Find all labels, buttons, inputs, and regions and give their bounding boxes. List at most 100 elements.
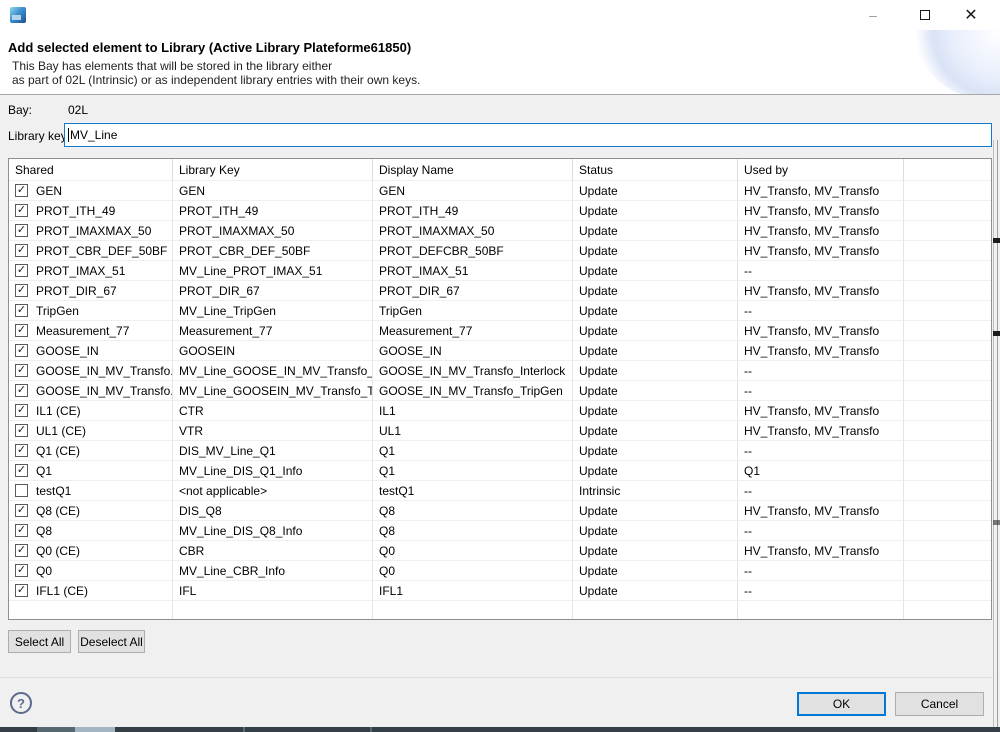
table-row[interactable]: ✓GENGENGENUpdateHV_Transfo, MV_Transfo — [9, 181, 991, 201]
table-row[interactable]: ✓PROT_IMAX_51MV_Line_PROT_IMAX_51PROT_IM… — [9, 261, 991, 281]
select-all-button[interactable]: Select All — [8, 630, 71, 653]
table-row[interactable]: ✓PROT_IMAXMAX_50PROT_IMAXMAX_50PROT_IMAX… — [9, 221, 991, 241]
table-row[interactable]: ✓GOOSE_IN_MV_Transfo...MV_Line_GOOSE_IN_… — [9, 361, 991, 381]
shared-label: Q1 (CE) — [36, 444, 80, 458]
table-row[interactable]: ✓IL1 (CE)CTRIL1UpdateHV_Transfo, MV_Tran… — [9, 401, 991, 421]
filler-cell — [904, 261, 991, 281]
column-header-used-by[interactable]: Used by — [738, 159, 904, 181]
title-bar[interactable]: – ✕ — [0, 0, 1000, 30]
row-checkbox[interactable]: ✓ — [15, 224, 28, 237]
table-row[interactable]: ✓UL1 (CE)VTRUL1UpdateHV_Transfo, MV_Tran… — [9, 421, 991, 441]
shared-cell: ✓ TripGen — [9, 301, 173, 321]
status-cell: Update — [573, 281, 738, 301]
table-row[interactable]: ✓PROT_CBR_DEF_50BFPROT_CBR_DEF_50BFPROT_… — [9, 241, 991, 261]
row-checkbox[interactable]: ✓ — [15, 444, 28, 457]
shared-label: Q0 (CE) — [36, 544, 80, 558]
row-checkbox[interactable]: ✓ — [15, 404, 28, 417]
status-cell: Update — [573, 401, 738, 421]
filler-cell — [904, 441, 991, 461]
status-cell: Intrinsic — [573, 481, 738, 501]
row-checkbox[interactable]: ✓ — [15, 324, 28, 337]
shared-cell: ✓PROT_IMAXMAX_50 — [9, 221, 173, 241]
table-row[interactable]: ✓Q0 (CE)CBRQ0UpdateHV_Transfo, MV_Transf… — [9, 541, 991, 561]
row-checkbox[interactable]: ✓ — [15, 584, 28, 597]
used-by-cell: HV_Transfo, MV_Transfo — [738, 241, 904, 261]
row-checkbox[interactable]: ✓ — [15, 524, 28, 537]
status-cell: Update — [573, 521, 738, 541]
table-row[interactable]: ✓Q0MV_Line_CBR_InfoQ0Update-- — [9, 561, 991, 581]
shared-cell: ✓IL1 (CE) — [9, 401, 173, 421]
row-checkbox[interactable]: ✓ — [15, 424, 28, 437]
status-cell: Update — [573, 541, 738, 561]
row-checkbox[interactable]: ✓ — [15, 344, 28, 357]
filler-cell — [904, 501, 991, 521]
library-key-input[interactable]: MV_Line — [64, 123, 992, 147]
status-cell: Update — [573, 321, 738, 341]
row-checkbox[interactable]: ✓ — [15, 204, 28, 217]
shared-cell: ✓ Q8 (CE) — [9, 501, 173, 521]
table-row[interactable]: ✓PROT_DIR_67PROT_DIR_67PROT_DIR_67Update… — [9, 281, 991, 301]
used-by-cell: HV_Transfo, MV_Transfo — [738, 321, 904, 341]
row-checkbox[interactable]: ✓ — [15, 544, 28, 557]
help-button[interactable]: ? — [10, 692, 32, 714]
row-checkbox[interactable]: ✓ — [15, 184, 28, 197]
display-name-cell: PROT_DIR_67 — [373, 281, 573, 301]
row-checkbox[interactable]: ✓ — [15, 504, 28, 517]
empty-cell — [573, 601, 738, 620]
filler-cell — [904, 201, 991, 221]
row-checkbox[interactable]: ✓ — [15, 364, 28, 377]
close-button[interactable]: ✕ — [948, 0, 994, 30]
status-cell: Update — [573, 461, 738, 481]
taskbar-segment — [75, 727, 115, 732]
maximize-button[interactable] — [902, 0, 948, 30]
display-name-cell: Q0 — [373, 541, 573, 561]
row-checkbox[interactable]: ✓ — [15, 464, 28, 477]
row-checkbox[interactable]: ✓ — [15, 384, 28, 397]
table-row[interactable]: ✓IFL1 (CE)IFLIFL1Update-- — [9, 581, 991, 601]
table-row[interactable]: testQ1<not applicable>testQ1Intrinsic-- — [9, 481, 991, 501]
used-by-cell: HV_Transfo, MV_Transfo — [738, 221, 904, 241]
status-cell: Update — [573, 261, 738, 281]
table-row[interactable]: ✓Q8 (CE)DIS_Q8Q8UpdateHV_Transfo, MV_Tra… — [9, 501, 991, 521]
library-key-cell: PROT_CBR_DEF_50BF — [173, 241, 373, 261]
table-empty-row — [9, 601, 991, 620]
table-row[interactable]: ✓Q1MV_Line_DIS_Q1_InfoQ1UpdateQ1 — [9, 461, 991, 481]
cancel-button[interactable]: Cancel — [895, 692, 984, 716]
used-by-cell: HV_Transfo, MV_Transfo — [738, 281, 904, 301]
display-name-cell: Q0 — [373, 561, 573, 581]
library-key-cell: MV_Line_DIS_Q8_Info — [173, 521, 373, 541]
column-header-display-name[interactable]: Display Name — [373, 159, 573, 181]
table-row[interactable]: ✓Q1 (CE)DIS_MV_Line_Q1Q1Update-- — [9, 441, 991, 461]
table-row[interactable]: ✓PROT_ITH_49PROT_ITH_49PROT_ITH_49Update… — [9, 201, 991, 221]
deselect-all-button[interactable]: Deselect All — [78, 630, 145, 653]
filler-cell — [904, 401, 991, 421]
row-checkbox[interactable]: ✓ — [15, 284, 28, 297]
used-by-cell: HV_Transfo, MV_Transfo — [738, 421, 904, 441]
table-row[interactable]: ✓Measurement_77Measurement_77Measurement… — [9, 321, 991, 341]
status-cell: Update — [573, 561, 738, 581]
table-row[interactable]: ✓GOOSE_INGOOSEINGOOSE_INUpdateHV_Transfo… — [9, 341, 991, 361]
shared-label: TripGen — [36, 304, 79, 318]
shared-cell: ✓GOOSE_IN_MV_Transfo... — [9, 361, 173, 381]
shared-label: Q8 (CE) — [36, 504, 80, 518]
status-cell: Update — [573, 241, 738, 261]
status-cell: Update — [573, 201, 738, 221]
table-row[interactable]: ✓TripGenMV_Line_TripGenTripGenUpdate-- — [9, 301, 991, 321]
table-row[interactable]: ✓GOOSE_IN_MV_Transfo...MV_Line_GOOSEIN_M… — [9, 381, 991, 401]
row-checkbox[interactable] — [15, 484, 28, 497]
library-key-cell: CTR — [173, 401, 373, 421]
column-header-library-key[interactable]: Library Key — [173, 159, 373, 181]
row-checkbox[interactable]: ✓ — [15, 304, 28, 317]
row-checkbox[interactable]: ✓ — [15, 564, 28, 577]
row-checkbox[interactable]: ✓ — [15, 264, 28, 277]
ok-button[interactable]: OK — [797, 692, 886, 716]
library-key-cell: MV_Line_TripGen — [173, 301, 373, 321]
shared-cell: ✓IFL1 (CE) — [9, 581, 173, 601]
column-header-status[interactable]: Status — [573, 159, 738, 181]
table-row[interactable]: ✓Q8MV_Line_DIS_Q8_InfoQ8Update-- — [9, 521, 991, 541]
minimize-button[interactable]: – — [850, 0, 896, 30]
row-checkbox[interactable]: ✓ — [15, 244, 28, 257]
library-key-cell: PROT_ITH_49 — [173, 201, 373, 221]
column-header-shared[interactable]: Shared — [9, 159, 173, 181]
bay-label: Bay: — [8, 103, 32, 117]
